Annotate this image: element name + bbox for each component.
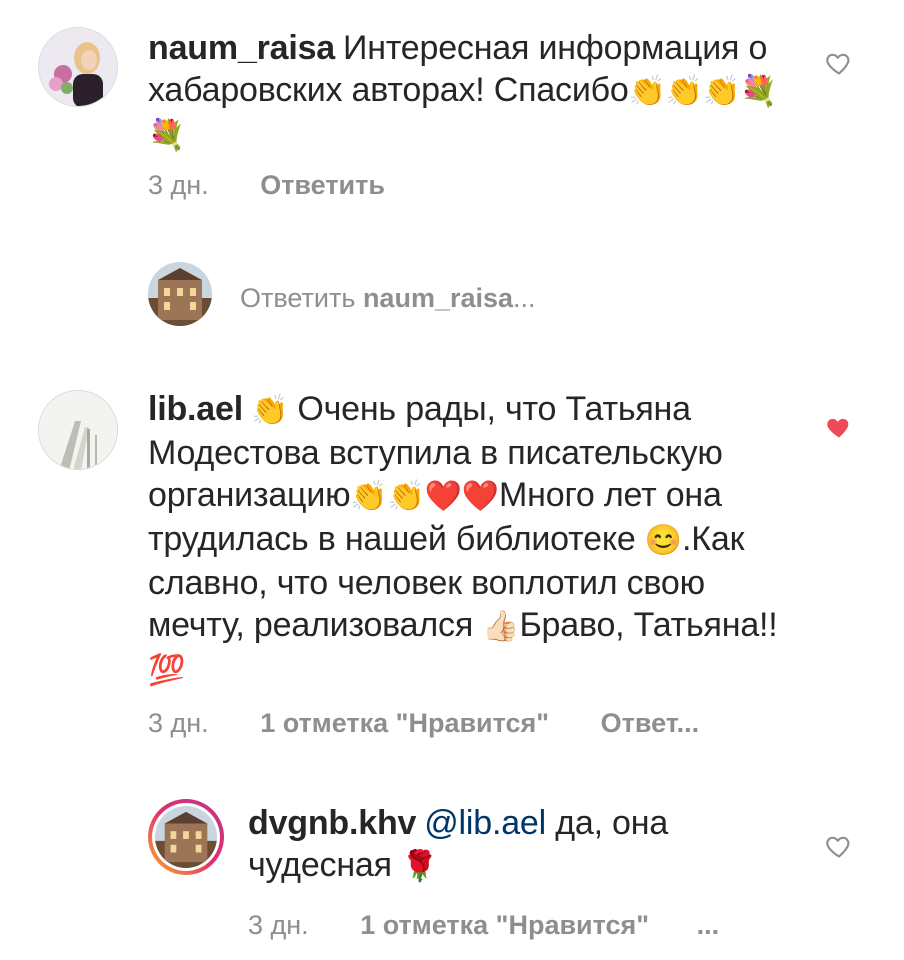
likes-count-button[interactable]: 1 отметка "Нравится": [260, 708, 549, 738]
comment-body-part4: Браво, Татьяна!!: [519, 606, 778, 644]
comment-meta: 3 дн. 1 отметка "Нравится" Ответ...: [148, 708, 699, 739]
avatar[interactable]: [38, 390, 118, 470]
rose-emoji: 🌹: [401, 850, 439, 883]
heart-icon[interactable]: [824, 49, 854, 77]
reply-prefix: Ответить: [240, 283, 356, 313]
avatar[interactable]: [38, 27, 118, 107]
avatar-photo-icon: [39, 28, 117, 106]
thumbs-up-emoji: 👍🏻: [482, 610, 520, 643]
reply-button[interactable]: Ответ...: [601, 708, 699, 738]
comment-time: 3 дн.: [148, 708, 209, 738]
reply-ellipsis: ...: [513, 283, 536, 313]
mention-link[interactable]: @lib.ael: [424, 804, 546, 842]
building-photo-icon: [155, 806, 217, 868]
reply-input[interactable]: Ответить naum_raisa...: [240, 283, 536, 314]
abstract-photo-icon: [39, 391, 117, 469]
clap-heart-emojis: 👏👏❤️❤️: [350, 480, 500, 513]
comment-naum-raisa: naum_raisa Интересная информация о хабаро…: [0, 0, 904, 220]
heart-icon[interactable]: [824, 832, 854, 860]
avatar-story-ring[interactable]: [148, 799, 224, 875]
hundred-emoji: 💯: [148, 654, 186, 687]
heart-filled-icon[interactable]: [824, 413, 854, 441]
more-options-button[interactable]: ...: [697, 910, 720, 940]
comment-meta: 3 дн. Ответить: [148, 170, 385, 201]
comment-time: 3 дн.: [148, 170, 209, 200]
comment-username[interactable]: naum_raisa: [148, 29, 335, 67]
my-avatar: [148, 262, 212, 326]
likes-count-button[interactable]: 1 отметка "Нравится": [360, 910, 649, 940]
comment-text: dvgnb.khv @lib.ael да, она чудесная 🌹: [248, 802, 728, 888]
comment-meta: 3 дн. 1 отметка "Нравится" ...: [248, 910, 719, 941]
comment-username[interactable]: lib.ael: [148, 390, 243, 428]
comment-time: 3 дн.: [248, 910, 309, 940]
comment-text: lib.ael 👏 Очень рады, что Татьяна Модесто…: [148, 388, 808, 692]
clap-emoji: 👏: [250, 394, 289, 427]
comment-dvgnb-khv: dvgnb.khv @lib.ael да, она чудесная 🌹 3 д…: [0, 790, 904, 960]
reply-target: naum_raisa: [362, 283, 514, 313]
comment-text: naum_raisa Интересная информация о хабаро…: [148, 27, 788, 157]
comment-lib-ael: lib.ael 👏 Очень рады, что Татьяна Модесто…: [0, 380, 904, 760]
building-photo-icon: [148, 262, 212, 326]
comment-username[interactable]: dvgnb.khv: [248, 804, 416, 842]
smile-emoji: 😊: [644, 524, 683, 557]
reply-button[interactable]: Ответить: [260, 170, 385, 200]
